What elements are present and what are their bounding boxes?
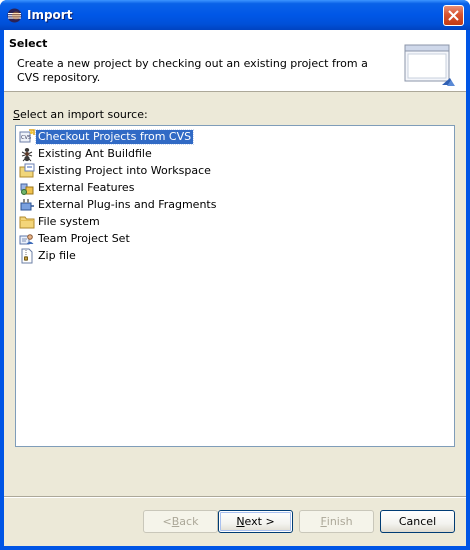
list-item-label: Existing Ant Buildfile: [38, 147, 152, 160]
title-bar[interactable]: Import: [0, 0, 470, 30]
finish-button[interactable]: Finish: [299, 510, 374, 533]
plugin-icon: [19, 197, 35, 213]
button-bar-separator: [4, 496, 466, 498]
ant-icon: [19, 146, 35, 162]
page-description: Create a new project by checking out an …: [17, 57, 368, 84]
next-button[interactable]: Next >: [218, 510, 293, 533]
page-title: Select: [9, 37, 48, 50]
label-mnemonic: S: [13, 108, 20, 121]
import-dialog: Import Select Create a new project by ch…: [0, 0, 470, 550]
back-button[interactable]: < Back: [143, 510, 218, 533]
list-item-external-features[interactable]: External Features: [19, 180, 136, 196]
cancel-label: Cancel: [398, 515, 437, 528]
feature-icon: [19, 180, 35, 196]
finish-post: inish: [326, 515, 353, 528]
list-item-team-project-set[interactable]: Team Project Set: [19, 231, 132, 247]
list-item-cvs-checkout[interactable]: CVS Checkout Projects from CVS: [19, 129, 195, 145]
wizard-content: Select an import source: CVS Checkout Pr…: [4, 93, 466, 495]
import-source-tree[interactable]: CVS Checkout Projects from CVS Existing …: [15, 125, 455, 447]
zip-icon: [19, 248, 35, 264]
dialog-client-area: Select Create a new project by checking …: [4, 30, 466, 546]
close-button[interactable]: [443, 5, 464, 26]
back-post: ack: [179, 515, 199, 528]
import-source-label: Select an import source:: [13, 108, 148, 121]
list-item-label: Zip file: [38, 249, 76, 262]
project-import-icon: [19, 163, 35, 179]
team-icon: [19, 231, 35, 247]
eclipse-icon: [7, 8, 22, 23]
back-pre: <: [162, 515, 172, 528]
list-item-label: External Features: [38, 181, 135, 194]
folder-icon: [19, 214, 35, 230]
cvs-checkout-icon: CVS: [19, 129, 35, 145]
list-item-label: File system: [38, 215, 100, 228]
label-text: elect an import source:: [19, 108, 148, 121]
list-item-label: Checkout Projects from CVS: [34, 129, 195, 145]
next-mnemonic: N: [236, 515, 245, 528]
svg-text:CVS: CVS: [21, 135, 31, 141]
list-item-label: Existing Project into Workspace: [38, 164, 211, 177]
wizard-banner: Select Create a new project by checking …: [4, 30, 466, 92]
close-icon: [448, 10, 459, 21]
next-post: ext >: [244, 515, 275, 528]
cancel-button[interactable]: Cancel: [380, 510, 455, 533]
list-item-ant-buildfile[interactable]: Existing Ant Buildfile: [19, 146, 154, 162]
window-title: Import: [27, 8, 73, 22]
list-item-existing-project[interactable]: Existing Project into Workspace: [19, 163, 213, 179]
list-item-external-plugins[interactable]: External Plug-ins and Fragments: [19, 197, 218, 213]
wizard-banner-icon: [404, 42, 456, 90]
list-item-label: Team Project Set: [38, 232, 130, 245]
list-item-label: External Plug-ins and Fragments: [38, 198, 217, 211]
list-item-zip-file[interactable]: Zip file: [19, 248, 78, 264]
list-item-file-system[interactable]: File system: [19, 214, 102, 230]
back-mnemonic: B: [171, 515, 180, 528]
